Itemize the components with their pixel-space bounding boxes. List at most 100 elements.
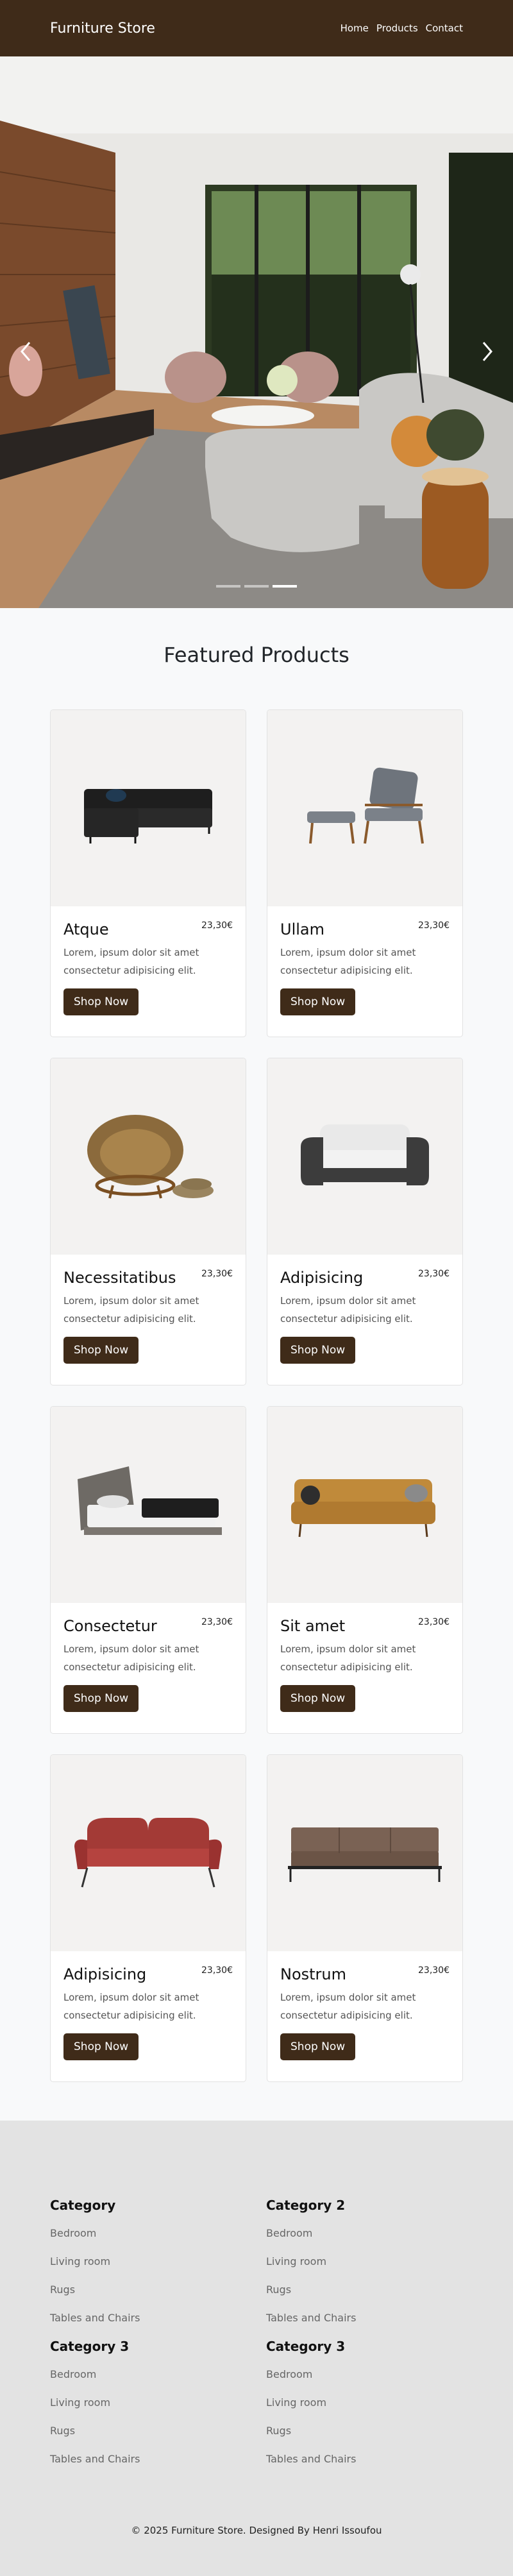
footer-link-living-room[interactable]: Living room bbox=[266, 2389, 458, 2417]
footer-category: Category 2 Bedroom Living room Rugs Tabl… bbox=[266, 2198, 458, 2332]
footer-link-tables-chairs[interactable]: Tables and Chairs bbox=[50, 2304, 242, 2332]
product-grid: Atque 23,30€ Lorem, ipsum dolor sit amet… bbox=[50, 709, 463, 2082]
product-image bbox=[267, 1755, 462, 1951]
footer-link-living-room[interactable]: Living room bbox=[50, 2248, 242, 2276]
product-price: 23,30€ bbox=[418, 920, 450, 931]
footer-category-title: Category 3 bbox=[50, 2339, 130, 2354]
footer-category-title: Category bbox=[50, 2198, 116, 2213]
card-body: Nostrum 23,30€ Lorem, ipsum dolor sit am… bbox=[267, 1951, 462, 2060]
footer-link-tables-chairs[interactable]: Tables and Chairs bbox=[266, 2445, 458, 2473]
shop-now-button[interactable]: Shop Now bbox=[63, 1685, 139, 1712]
brand-logo[interactable]: Furniture Store bbox=[50, 21, 155, 37]
product-card: Adipisicing 23,30€ Lorem, ipsum dolor si… bbox=[267, 1058, 463, 1385]
brown-sofa-icon bbox=[288, 1827, 442, 1882]
product-description: Lorem, ipsum dolor sit amet consectetur … bbox=[63, 947, 199, 976]
footer: Category Bedroom Living room Rugs Tables… bbox=[0, 2121, 513, 2576]
card-body: Sit amet 23,30€ Lorem, ipsum dolor sit a… bbox=[267, 1603, 462, 1712]
card-body: Adipisicing 23,30€ Lorem, ipsum dolor si… bbox=[267, 1255, 462, 1364]
hero-carousel bbox=[0, 56, 513, 608]
white-loveseat-icon bbox=[301, 1124, 429, 1185]
product-card: Consectetur 23,30€ Lorem, ipsum dolor si… bbox=[50, 1406, 246, 1734]
product-card: Sit amet 23,30€ Lorem, ipsum dolor sit a… bbox=[267, 1406, 463, 1734]
product-card: Atque 23,30€ Lorem, ipsum dolor sit amet… bbox=[50, 709, 246, 1037]
product-price: 23,30€ bbox=[201, 1965, 233, 1976]
card-body: Necessitatibus 23,30€ Lorem, ipsum dolor… bbox=[51, 1255, 246, 1364]
footer-link-bedroom[interactable]: Bedroom bbox=[50, 2360, 242, 2389]
footer-link-rugs[interactable]: Rugs bbox=[266, 2417, 458, 2445]
product-card: Ullam 23,30€ Lorem, ipsum dolor sit amet… bbox=[267, 709, 463, 1037]
footer-link-rugs[interactable]: Rugs bbox=[266, 2276, 458, 2304]
card-body: Adipisicing 23,30€ Lorem, ipsum dolor si… bbox=[51, 1951, 246, 2060]
product-image bbox=[267, 1407, 462, 1603]
footer-category-title: Category 2 bbox=[266, 2198, 346, 2213]
product-price: 23,30€ bbox=[418, 1617, 450, 1627]
product-image bbox=[51, 1407, 246, 1603]
product-card: Nostrum 23,30€ Lorem, ipsum dolor sit am… bbox=[267, 1754, 463, 2082]
black-sofa-icon bbox=[84, 789, 212, 843]
copyright-text: © 2025 Furniture Store. Designed By Henr… bbox=[131, 2525, 382, 2536]
footer-link-bedroom[interactable]: Bedroom bbox=[50, 2219, 242, 2248]
product-image bbox=[51, 1755, 246, 1951]
shop-now-button[interactable]: Shop Now bbox=[280, 988, 356, 1015]
bed-icon bbox=[78, 1466, 222, 1535]
shop-now-button[interactable]: Shop Now bbox=[63, 1337, 139, 1364]
chevron-right-icon bbox=[482, 342, 492, 361]
section-title: Featured Products bbox=[164, 643, 349, 667]
shop-now-button[interactable]: Shop Now bbox=[280, 1685, 356, 1712]
footer-category-title: Category 3 bbox=[266, 2339, 346, 2354]
mustard-sofa-icon bbox=[291, 1479, 435, 1538]
product-description: Lorem, ipsum dolor sit amet consectetur … bbox=[63, 1992, 199, 2021]
product-image bbox=[267, 710, 462, 906]
footer-link-bedroom[interactable]: Bedroom bbox=[266, 2360, 458, 2389]
footer-link-tables-chairs[interactable]: Tables and Chairs bbox=[266, 2304, 458, 2332]
nav-link-contact[interactable]: Contact bbox=[426, 22, 463, 34]
product-image bbox=[51, 1058, 246, 1255]
product-description: Lorem, ipsum dolor sit amet consectetur … bbox=[280, 1992, 416, 2021]
footer-link-living-room[interactable]: Living room bbox=[50, 2389, 242, 2417]
armchair-ottoman-icon bbox=[307, 767, 424, 844]
carousel-indicator-2[interactable] bbox=[244, 585, 269, 588]
product-price: 23,30€ bbox=[418, 1965, 450, 1976]
footer-link-rugs[interactable]: Rugs bbox=[50, 2276, 242, 2304]
product-description: Lorem, ipsum dolor sit amet consectetur … bbox=[280, 1295, 416, 1325]
nav-link-products[interactable]: Products bbox=[376, 22, 418, 34]
carousel-prev-button[interactable] bbox=[13, 332, 38, 371]
carousel-indicators bbox=[0, 585, 513, 588]
footer-link-tables-chairs[interactable]: Tables and Chairs bbox=[50, 2445, 242, 2473]
footer-link-bedroom[interactable]: Bedroom bbox=[266, 2219, 458, 2248]
carousel-next-button[interactable] bbox=[475, 332, 500, 371]
nav-links: Home Products Contact bbox=[341, 22, 463, 34]
card-body: Consectetur 23,30€ Lorem, ipsum dolor si… bbox=[51, 1603, 246, 1712]
product-description: Lorem, ipsum dolor sit amet consectetur … bbox=[63, 1643, 199, 1673]
living-room-photo bbox=[0, 56, 513, 608]
product-image bbox=[267, 1058, 462, 1255]
product-description: Lorem, ipsum dolor sit amet consectetur … bbox=[63, 1295, 199, 1325]
shop-now-button[interactable]: Shop Now bbox=[63, 2033, 139, 2060]
carousel-indicator-1[interactable] bbox=[216, 585, 240, 588]
navbar: Furniture Store Home Products Contact bbox=[0, 0, 513, 56]
shop-now-button[interactable]: Shop Now bbox=[280, 2033, 356, 2060]
product-price: 23,30€ bbox=[201, 1617, 233, 1627]
footer-category: Category 3 Bedroom Living room Rugs Tabl… bbox=[266, 2339, 458, 2473]
footer-category: Category Bedroom Living room Rugs Tables… bbox=[50, 2198, 242, 2332]
shop-now-button[interactable]: Shop Now bbox=[280, 1337, 356, 1364]
footer-link-rugs[interactable]: Rugs bbox=[50, 2417, 242, 2445]
product-price: 23,30€ bbox=[418, 1269, 450, 1279]
card-body: Ullam 23,30€ Lorem, ipsum dolor sit amet… bbox=[267, 906, 462, 1015]
product-price: 23,30€ bbox=[201, 920, 233, 931]
carousel-indicator-3[interactable] bbox=[273, 585, 297, 588]
card-body: Atque 23,30€ Lorem, ipsum dolor sit amet… bbox=[51, 906, 246, 1015]
shop-now-button[interactable]: Shop Now bbox=[63, 988, 139, 1015]
red-loveseat-icon bbox=[74, 1818, 222, 1888]
footer-link-living-room[interactable]: Living room bbox=[266, 2248, 458, 2276]
product-card: Necessitatibus 23,30€ Lorem, ipsum dolor… bbox=[50, 1058, 246, 1385]
product-description: Lorem, ipsum dolor sit amet consectetur … bbox=[280, 1643, 416, 1673]
footer-category: Category 3 Bedroom Living room Rugs Tabl… bbox=[50, 2339, 242, 2473]
product-image bbox=[51, 710, 246, 906]
product-card: Adipisicing 23,30€ Lorem, ipsum dolor si… bbox=[50, 1754, 246, 2082]
chevron-left-icon bbox=[21, 342, 31, 361]
papasan-chair-icon bbox=[87, 1115, 214, 1199]
nav-link-home[interactable]: Home bbox=[341, 22, 369, 34]
product-price: 23,30€ bbox=[201, 1269, 233, 1279]
product-description: Lorem, ipsum dolor sit amet consectetur … bbox=[280, 947, 416, 976]
